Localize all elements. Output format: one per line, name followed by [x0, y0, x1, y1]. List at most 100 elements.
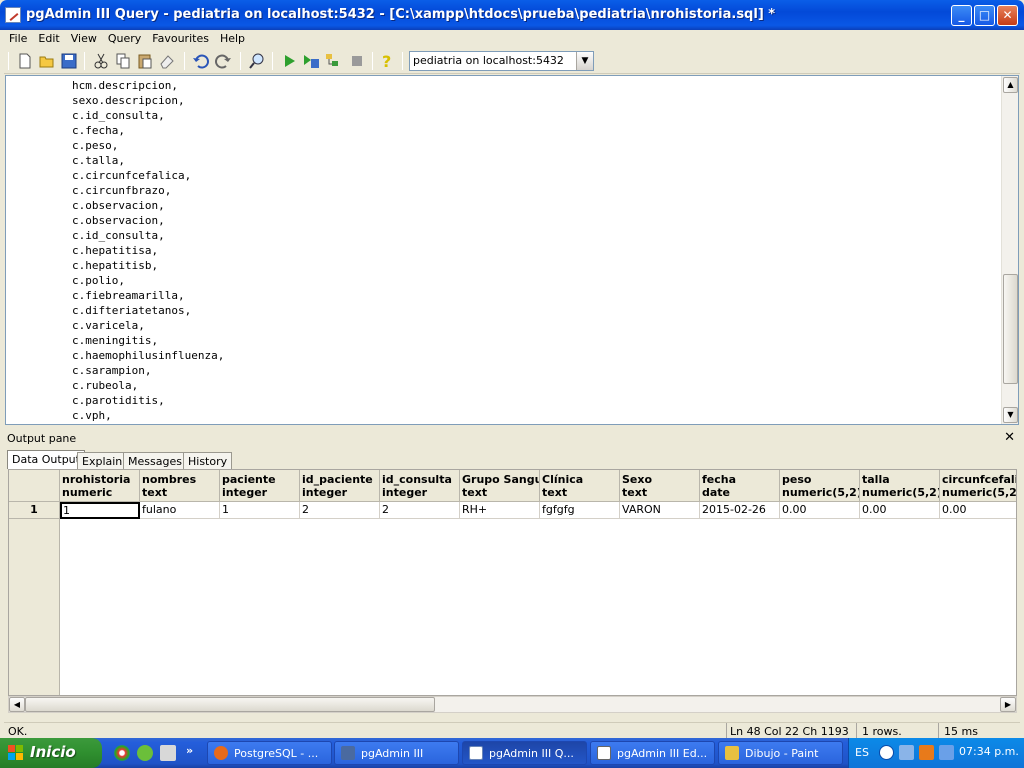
execute-to-file-icon[interactable] — [302, 52, 320, 70]
code-line[interactable]: c.vph, — [72, 408, 224, 423]
code-line[interactable]: c.circunfcefalica, — [72, 168, 224, 183]
task-pgadmin[interactable]: pgAdmin III — [334, 741, 459, 765]
table-cell[interactable]: 0.00 — [860, 502, 940, 519]
table-cell[interactable]: VARON — [620, 502, 700, 519]
copy-icon[interactable] — [114, 52, 132, 70]
table-cell[interactable]: 2 — [380, 502, 460, 519]
code-line[interactable]: c.id_consulta, — [72, 108, 224, 123]
table-cell[interactable]: 2015-02-26 — [700, 502, 780, 519]
code-line[interactable]: sexo.descripcion, — [72, 93, 224, 108]
column-header[interactable]: Sexo text — [620, 470, 700, 502]
clear-eraser-icon[interactable] — [158, 52, 176, 70]
menu-help[interactable]: Help — [215, 30, 251, 45]
code-line[interactable]: c.talla, — [72, 153, 224, 168]
grid-scroll-thumb[interactable] — [25, 697, 435, 712]
connection-select[interactable]: pediatria on localhost:5432 ▼ — [409, 51, 594, 71]
column-header[interactable]: Clínica text — [540, 470, 620, 502]
table-cell[interactable]: 0.00 — [780, 502, 860, 519]
code-line[interactable]: c.fiebreamarilla, — [72, 288, 224, 303]
column-header[interactable]: talla numeric(5,2) — [860, 470, 940, 502]
redo-icon[interactable] — [214, 52, 232, 70]
code-line[interactable]: c.observacion, — [72, 213, 224, 228]
code-line[interactable]: c.haemophilusinfluenza, — [72, 348, 224, 363]
code-line[interactable]: c.observacion, — [72, 198, 224, 213]
ie-icon[interactable] — [137, 745, 153, 761]
tab-data-output[interactable]: Data Output — [7, 450, 85, 469]
menu-file[interactable]: File — [4, 30, 33, 45]
chrome-icon[interactable] — [114, 745, 130, 761]
table-cell[interactable]: fulano — [140, 502, 220, 519]
editor-vertical-scrollbar[interactable]: ▲ ▼ — [1001, 76, 1018, 424]
calendar-icon[interactable] — [160, 745, 176, 761]
code-line[interactable]: c.parotiditis, — [72, 393, 224, 408]
task-paint[interactable]: Dibujo - Paint — [718, 741, 843, 765]
task-postgresql[interactable]: PostgreSQL - ... — [207, 741, 332, 765]
grid-horizontal-scrollbar[interactable]: ◀ ▶ — [8, 696, 1017, 713]
xampp-icon[interactable] — [919, 745, 934, 760]
close-button[interactable]: ✕ — [997, 5, 1018, 26]
paste-icon[interactable] — [136, 52, 154, 70]
column-header[interactable]: peso numeric(5,2) — [780, 470, 860, 502]
code-line[interactable]: c.meningitis, — [72, 333, 224, 348]
code-line[interactable]: hcm.descripcion, — [72, 78, 224, 93]
minimize-button[interactable]: _ — [951, 5, 972, 26]
column-header[interactable]: nrohistoria numeric — [60, 470, 140, 502]
table-cell[interactable]: RH+ — [460, 502, 540, 519]
column-header[interactable]: id_paciente integer — [300, 470, 380, 502]
code-line[interactable]: c.id_consulta, — [72, 228, 224, 243]
data-output-grid[interactable]: nrohistoria numeric nombres text paciente int… — [8, 469, 1017, 696]
column-header[interactable]: Grupo Sanguí text — [460, 470, 540, 502]
task-pgadmin-query[interactable]: pgAdmin III Q... — [462, 741, 587, 765]
scroll-up-arrow-icon[interactable]: ▲ — [1003, 77, 1018, 93]
column-header[interactable]: fecha date — [700, 470, 780, 502]
task-pgadmin-editor[interactable]: pgAdmin III Ed... — [590, 741, 715, 765]
table-cell[interactable]: 1 — [60, 502, 140, 519]
row-header[interactable]: 1 — [9, 502, 60, 519]
grid-corner[interactable] — [9, 470, 60, 502]
tab-messages[interactable]: Messages — [123, 452, 187, 469]
menu-edit[interactable]: Edit — [33, 30, 65, 45]
new-file-icon[interactable] — [16, 52, 34, 70]
cancel-query-icon[interactable] — [348, 52, 366, 70]
table-cell[interactable]: 0.00 — [940, 502, 1016, 519]
table-cell[interactable]: 1 — [220, 502, 300, 519]
menu-view[interactable]: View — [66, 30, 103, 45]
column-header[interactable]: paciente integer — [220, 470, 300, 502]
network-icon[interactable] — [899, 745, 914, 760]
output-pane-close-icon[interactable]: ✕ — [1004, 430, 1015, 445]
quicklaunch-more-icon[interactable]: » — [186, 744, 193, 757]
sql-editor[interactable]: hcm.descripcion, sexo.descripcion, c.id_co… — [5, 75, 1019, 425]
language-indicator[interactable]: ES — [855, 746, 869, 759]
tab-explain[interactable]: Explain — [77, 452, 128, 469]
scroll-right-arrow-icon[interactable]: ▶ — [1000, 697, 1016, 712]
code-line[interactable]: c.fecha, — [72, 123, 224, 138]
sql-code[interactable]: hcm.descripcion, sexo.descripcion, c.id_co… — [72, 78, 224, 423]
explain-query-icon[interactable] — [324, 52, 342, 70]
code-line[interactable]: c.hepatitisb, — [72, 258, 224, 273]
code-line[interactable]: c.difteriatetanos, — [72, 303, 224, 318]
code-line[interactable]: c.hepatitisa, — [72, 243, 224, 258]
editor-scroll-thumb[interactable] — [1003, 274, 1018, 384]
help-icon[interactable]: ? — [378, 52, 396, 70]
code-line[interactable]: c.varicela, — [72, 318, 224, 333]
open-folder-icon[interactable] — [38, 52, 56, 70]
execute-query-icon[interactable] — [280, 52, 298, 70]
undo-icon[interactable] — [192, 52, 210, 70]
code-line[interactable]: c.peso, — [72, 138, 224, 153]
table-cell[interactable]: fgfgfg — [540, 502, 620, 519]
scroll-left-arrow-icon[interactable]: ◀ — [9, 697, 25, 712]
menu-favourites[interactable]: Favourites — [147, 30, 215, 45]
tab-history[interactable]: History — [183, 452, 233, 469]
code-line[interactable]: c.circunfbrazo, — [72, 183, 224, 198]
scroll-down-arrow-icon[interactable]: ▼ — [1003, 407, 1018, 423]
find-icon[interactable] — [248, 52, 266, 70]
code-line[interactable]: c.polio, — [72, 273, 224, 288]
start-button[interactable]: Inicio — [0, 738, 102, 768]
network-status-icon[interactable] — [939, 745, 954, 760]
table-cell[interactable]: 2 — [300, 502, 380, 519]
column-header[interactable]: id_consulta integer — [380, 470, 460, 502]
column-header[interactable]: nombres text — [140, 470, 220, 502]
code-line[interactable]: c.rubeola, — [72, 378, 224, 393]
column-header[interactable]: circunfcefalic numeric(5,2) — [940, 470, 1016, 502]
cut-icon[interactable] — [92, 52, 110, 70]
